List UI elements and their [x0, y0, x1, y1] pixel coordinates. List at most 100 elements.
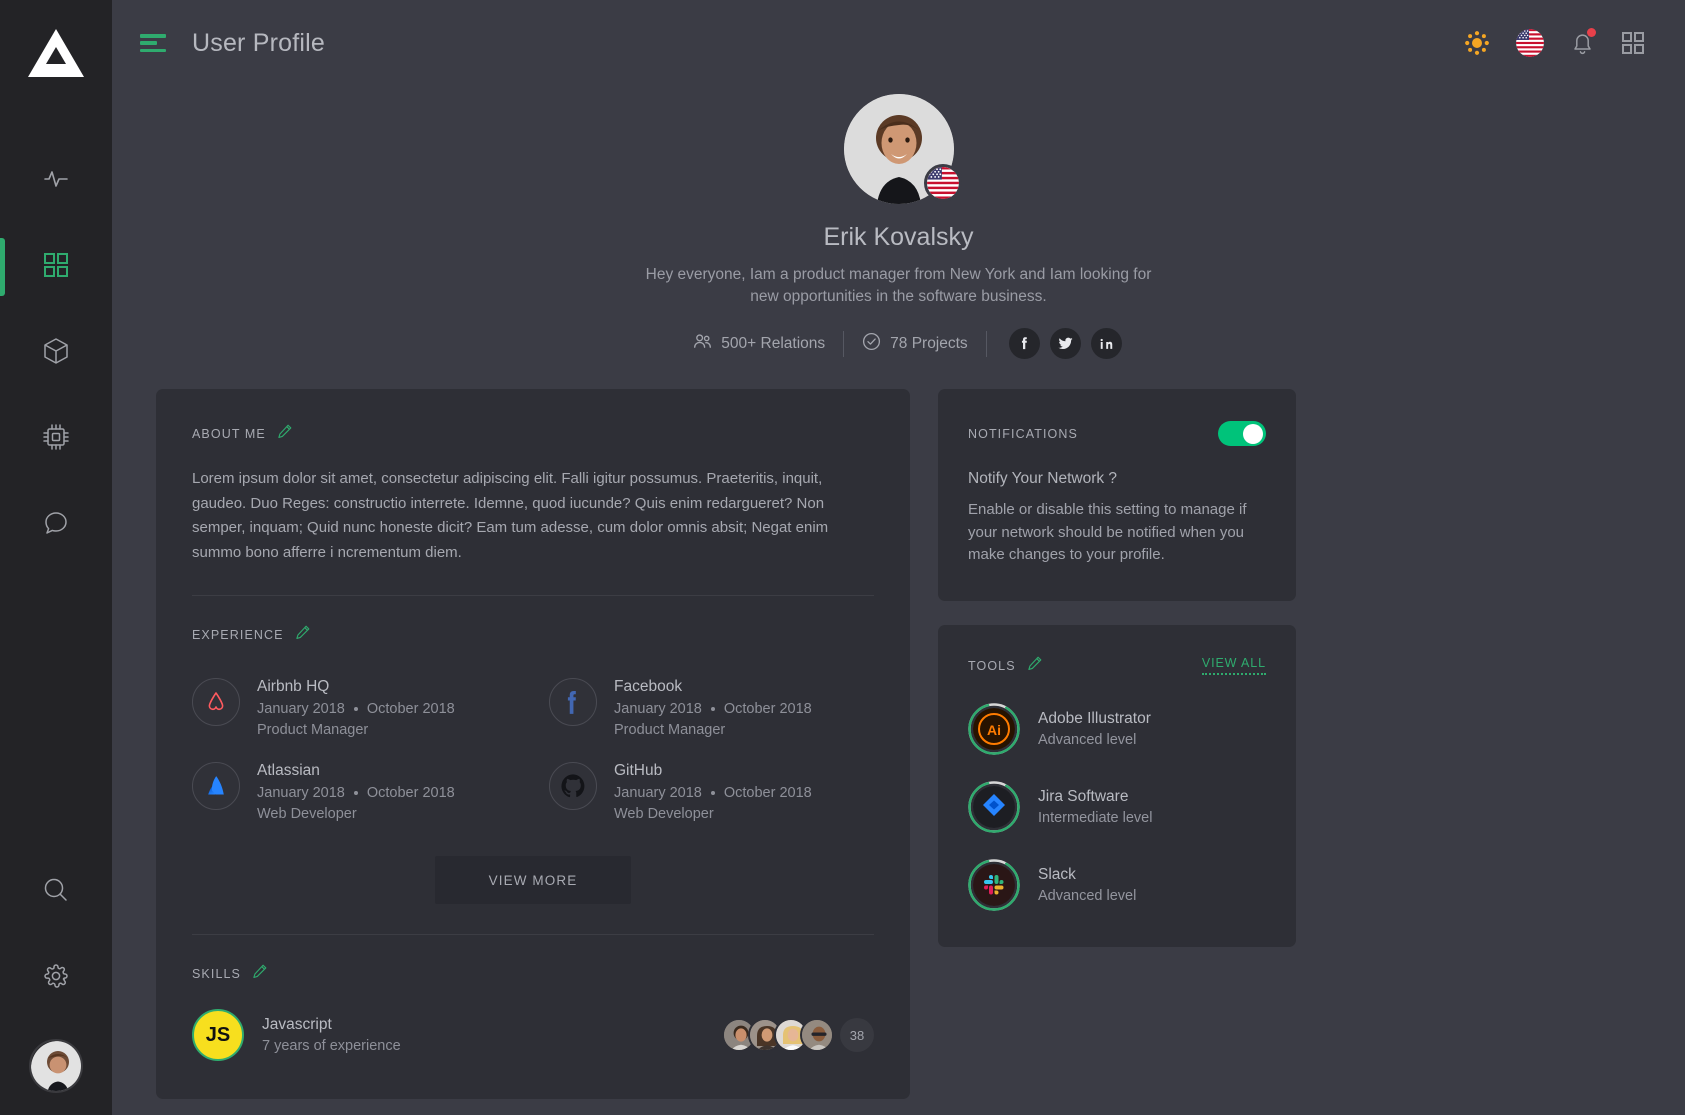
about-text: Lorem ipsum dolor sit amet, consectetur …: [192, 470, 829, 561]
experience-section-header: EXPERIENCE: [192, 624, 874, 646]
jira-software-icon: [973, 785, 1015, 828]
skills-section-header: SKILLS: [192, 963, 874, 985]
notifications-toggle[interactable]: [1218, 421, 1266, 446]
sidebar-item-activity[interactable]: [0, 138, 112, 224]
notifications-description: Enable or disable this setting to manage…: [968, 501, 1247, 563]
sidebar-item-messages[interactable]: [0, 482, 112, 568]
profile-stats: 500+ Relations 78 Projects: [112, 328, 1685, 359]
experience-company: Airbnb HQ: [257, 678, 330, 696]
atlassian-icon: [192, 762, 240, 811]
tool-progress-ring: [968, 780, 1020, 833]
stat-projects-value: 78 Projects: [890, 334, 968, 352]
experience-end: October 2018: [723, 701, 812, 718]
sidebar-item-dashboard[interactable]: [0, 224, 112, 310]
linkedin-icon[interactable]: [1090, 328, 1122, 359]
experience-start: January 2018: [257, 785, 345, 802]
experience-dates: January 2018 October 2018: [257, 701, 455, 717]
us-flag-icon[interactable]: [1516, 29, 1544, 57]
skill-item: JS Javascript 7 years of experience 38: [192, 1009, 874, 1062]
twitter-icon[interactable]: [1049, 328, 1081, 359]
javascript-icon: JS: [192, 1009, 244, 1062]
right-column: NOTIFICATIONS Notify Your Network ? Enab…: [938, 389, 1296, 947]
people-icon: [693, 332, 712, 356]
experience-role: Product Manager: [614, 722, 726, 739]
pencil-edit-icon[interactable]: [276, 423, 293, 445]
tool-level: Intermediate level: [1038, 809, 1153, 826]
profile-hero: Erik Kovalsky Hey everyone, Iam a produc…: [112, 86, 1685, 359]
experience-dates: January 2018 October 2018: [614, 785, 812, 801]
experience-item[interactable]: Facebook January 2018 October 2018 Produ…: [549, 670, 874, 746]
top-bar: User Profile: [112, 0, 1685, 86]
stat-relations: 500+ Relations: [675, 332, 843, 356]
tool-meta: Adobe Illustrator Advanced level: [1038, 710, 1151, 748]
view-more-wrapper: VIEW MORE: [192, 856, 874, 905]
tools-header: TOOLS VIEW ALL: [968, 655, 1266, 677]
profile-bio: Hey everyone, Iam a product manager from…: [645, 266, 1152, 305]
topbar-actions: [1464, 28, 1645, 57]
dot-separator: [353, 791, 358, 796]
grid-apps-icon[interactable]: [1621, 31, 1645, 55]
search-icon: [42, 876, 70, 909]
tool-item[interactable]: Ai Adobe Illustrator Advanced level: [968, 702, 1266, 755]
experience-company: Facebook: [614, 678, 683, 696]
tool-name: Adobe Illustrator: [1038, 709, 1151, 727]
experience-item[interactable]: GitHub January 2018 October 2018 Web Dev…: [549, 754, 874, 830]
avatar[interactable]: [800, 1018, 834, 1053]
tool-meta: Jira Software Intermediate level: [1038, 788, 1152, 826]
about-section-header: ABOUT ME: [192, 423, 874, 445]
stat-divider: [985, 330, 987, 357]
experience-start: January 2018: [257, 701, 345, 718]
sidebar-item-products[interactable]: [0, 310, 112, 396]
bell-notification-icon[interactable]: [1570, 28, 1596, 56]
tools-title: TOOLS: [968, 658, 1016, 673]
svg-text:Ai: Ai: [987, 722, 1001, 738]
grid-dashboard-icon: [42, 251, 70, 284]
toggle-knob: [1243, 423, 1263, 444]
sidebar-item-search[interactable]: [0, 849, 112, 935]
view-more-button[interactable]: VIEW MORE: [435, 856, 631, 905]
tools-title-group: TOOLS: [968, 655, 1043, 677]
cube-box-icon: [42, 337, 70, 370]
tool-item[interactable]: Slack Advanced level: [968, 858, 1266, 911]
experience-item[interactable]: Atlassian January 2018 October 2018 Web …: [192, 754, 517, 830]
experience-list: Airbnb HQ January 2018 October 2018 Prod…: [192, 670, 874, 830]
facebook-icon: [549, 678, 597, 727]
triangle-logo[interactable]: [25, 22, 87, 84]
tool-item[interactable]: Jira Software Intermediate level: [968, 780, 1266, 833]
adobe-illustrator-icon: Ai: [973, 707, 1015, 750]
experience-dates: January 2018 October 2018: [614, 701, 812, 717]
tool-name: Slack: [1038, 865, 1076, 883]
tool-meta: Slack Advanced level: [1038, 866, 1136, 904]
tools-view-all-link[interactable]: VIEW ALL: [1201, 656, 1266, 675]
stat-projects: 78 Projects: [844, 332, 986, 356]
sidebar-user-avatar[interactable]: [29, 1039, 83, 1093]
activity-pulse-icon: [42, 165, 70, 198]
sidebar-item-settings[interactable]: [0, 935, 112, 1021]
skill-more-count[interactable]: 38: [840, 1018, 874, 1053]
dot-separator: [710, 791, 715, 796]
skill-endorsers: 38: [722, 1018, 874, 1053]
pencil-edit-icon[interactable]: [1026, 655, 1043, 677]
notifications-header: NOTIFICATIONS: [968, 421, 1266, 446]
sun-brightness-icon[interactable]: [1464, 30, 1490, 56]
gear-settings-icon: [42, 962, 70, 995]
tool-level: Advanced level: [1038, 731, 1137, 748]
stat-relations-value: 500+ Relations: [721, 334, 826, 352]
pencil-edit-icon[interactable]: [251, 963, 268, 985]
experience-role: Web Developer: [257, 806, 357, 823]
section-divider: [192, 934, 874, 936]
pencil-edit-icon[interactable]: [294, 624, 311, 646]
experience-start: January 2018: [614, 701, 702, 718]
profile-avatar[interactable]: [843, 94, 962, 204]
experience-role: Web Developer: [614, 806, 714, 823]
profile-details-card: ABOUT ME Lorem ipsum dolor sit amet, con…: [156, 389, 910, 1100]
hamburger-menu-icon[interactable]: [140, 34, 166, 52]
experience-title: EXPERIENCE: [192, 628, 284, 643]
facebook-icon[interactable]: [1008, 328, 1040, 359]
sidebar-item-devices[interactable]: [0, 396, 112, 482]
slack-icon: [973, 863, 1015, 906]
experience-end: October 2018: [723, 785, 812, 802]
sidebar-nav: [0, 138, 112, 568]
experience-item[interactable]: Airbnb HQ January 2018 October 2018 Prod…: [192, 670, 517, 746]
section-divider: [192, 595, 874, 597]
